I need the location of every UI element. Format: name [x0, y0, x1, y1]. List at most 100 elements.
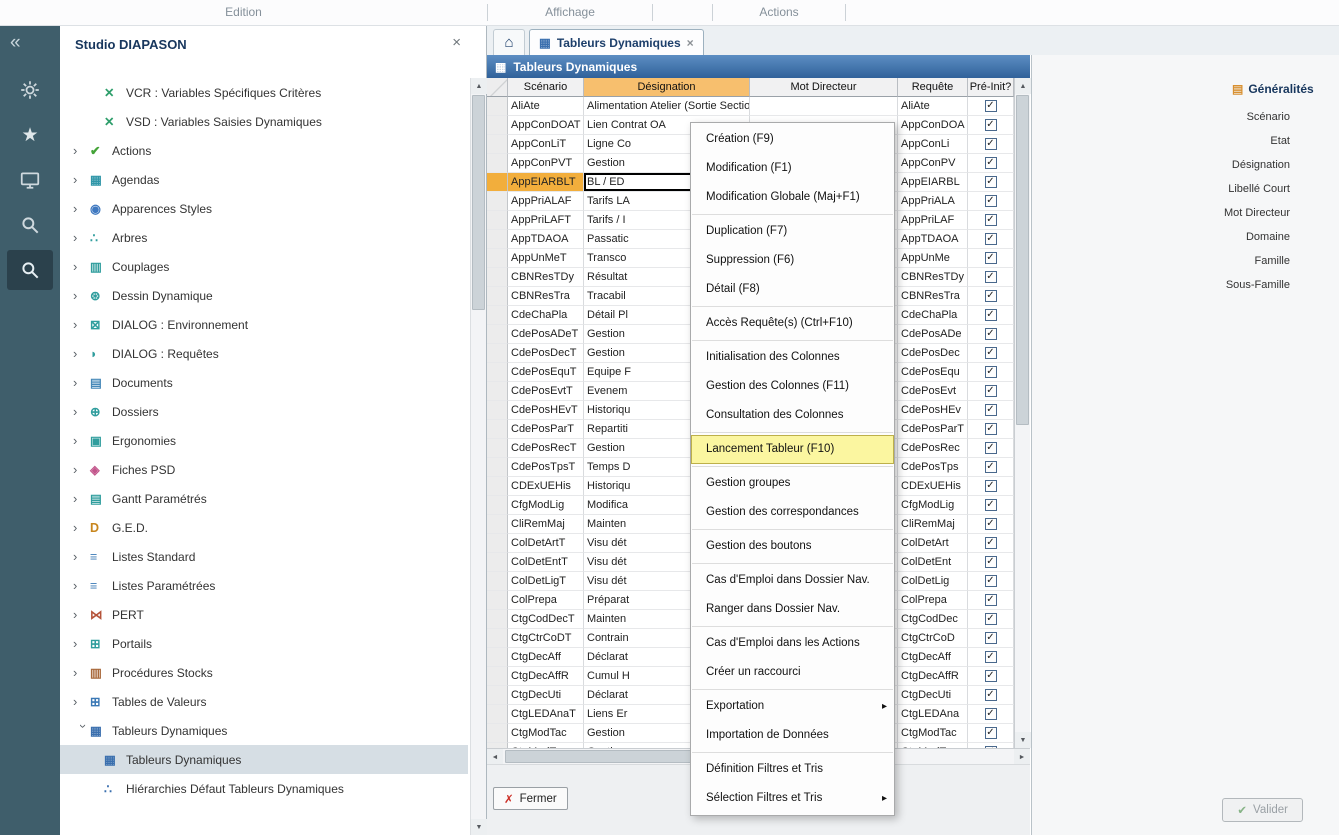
favorites-button[interactable]: ★: [0, 115, 60, 155]
row-selector-cell[interactable]: [487, 496, 508, 515]
tree-item[interactable]: ›≡Listes Paramétrées: [60, 571, 468, 600]
row-selector-cell[interactable]: [487, 420, 508, 439]
column-header-scenario[interactable]: Scénario: [508, 78, 584, 97]
menu-actions[interactable]: Actions: [713, 0, 845, 25]
scroll-up-button[interactable]: ▲: [471, 78, 487, 94]
row-selector-cell[interactable]: [487, 363, 508, 382]
checkbox-checked-icon[interactable]: ✓: [985, 651, 997, 663]
row-selector-cell[interactable]: [487, 382, 508, 401]
cell-scenario[interactable]: CdePosHEvT: [508, 401, 584, 420]
checkbox-checked-icon[interactable]: ✓: [985, 309, 997, 321]
cell-pre-init[interactable]: ✓: [968, 97, 1014, 116]
cell-scenario[interactable]: AppConPVT: [508, 154, 584, 173]
cell-requete[interactable]: AppUnMe: [898, 249, 968, 268]
row-selector-cell[interactable]: [487, 591, 508, 610]
row-selector-cell[interactable]: [487, 439, 508, 458]
tree-item[interactable]: ›▣Ergonomies: [60, 426, 468, 455]
checkbox-checked-icon[interactable]: ✓: [985, 233, 997, 245]
cell-pre-init[interactable]: ✓: [968, 439, 1014, 458]
column-header-requete[interactable]: Requête: [898, 78, 968, 97]
cell-scenario[interactable]: CdePosEvtT: [508, 382, 584, 401]
column-header-designation[interactable]: Désignation: [584, 78, 750, 97]
row-selector-cell[interactable]: [487, 553, 508, 572]
cell-requete[interactable]: ColDetLig: [898, 572, 968, 591]
checkbox-checked-icon[interactable]: ✓: [985, 404, 997, 416]
cell-pre-init[interactable]: ✓: [968, 572, 1014, 591]
tree-item[interactable]: ›⋈PERT: [60, 600, 468, 629]
cell-pre-init[interactable]: ✓: [968, 591, 1014, 610]
search-button[interactable]: [0, 205, 60, 245]
cell-scenario[interactable]: ColDetEntT: [508, 553, 584, 572]
row-selector-cell[interactable]: [487, 306, 508, 325]
cell-scenario[interactable]: AppPriALAF: [508, 192, 584, 211]
menu-item[interactable]: Initialisation des Colonnes: [691, 343, 894, 372]
menu-item[interactable]: Création (F9): [691, 125, 894, 154]
menu-item[interactable]: Modification Globale (Maj+F1): [691, 183, 894, 212]
checkbox-checked-icon[interactable]: ✓: [985, 157, 997, 169]
cell-pre-init[interactable]: ✓: [968, 154, 1014, 173]
cell-pre-init[interactable]: ✓: [968, 230, 1014, 249]
cell-scenario[interactable]: CdePosParT: [508, 420, 584, 439]
cell-requete[interactable]: CBNResTra: [898, 287, 968, 306]
cell-pre-init[interactable]: ✓: [968, 344, 1014, 363]
checkbox-checked-icon[interactable]: ✓: [985, 518, 997, 530]
cell-scenario[interactable]: AppEIARBLT: [508, 173, 584, 192]
cell-requete[interactable]: AliAte: [898, 97, 968, 116]
row-selector-cell[interactable]: [487, 192, 508, 211]
menu-item[interactable]: Cas d'Emploi dans Dossier Nav.: [691, 566, 894, 595]
row-selector-cell[interactable]: [487, 534, 508, 553]
row-selector-cell[interactable]: [487, 230, 508, 249]
checkbox-checked-icon[interactable]: ✓: [985, 252, 997, 264]
row-selector-cell[interactable]: [487, 401, 508, 420]
cell-scenario[interactable]: CdePosDecT: [508, 344, 584, 363]
cell-requete[interactable]: ColDetEnt: [898, 553, 968, 572]
row-selector-cell[interactable]: [487, 572, 508, 591]
cell-scenario[interactable]: CdePosEquT: [508, 363, 584, 382]
cell-pre-init[interactable]: ✓: [968, 553, 1014, 572]
panel-close-icon[interactable]: ×: [452, 34, 461, 51]
cell-requete[interactable]: CdePosParT: [898, 420, 968, 439]
cell-requete[interactable]: CtgLEDAna: [898, 705, 968, 724]
tree-item[interactable]: ›▥Couplages: [60, 252, 468, 281]
cell-requete[interactable]: ColPrepa: [898, 591, 968, 610]
cell-pre-init[interactable]: ✓: [968, 287, 1014, 306]
cell-requete[interactable]: CdeChaPla: [898, 306, 968, 325]
fermer-button[interactable]: ✗ Fermer: [493, 787, 568, 810]
menu-item[interactable]: Gestion des Colonnes (F11): [691, 372, 894, 401]
row-selector-cell[interactable]: [487, 610, 508, 629]
table-row[interactable]: AliAteAlimentation Atelier (Sortie Secti…: [487, 97, 1030, 116]
cell-pre-init[interactable]: ✓: [968, 249, 1014, 268]
column-header-mot-directeur[interactable]: Mot Directeur: [750, 78, 898, 97]
chevron-collapsed-icon[interactable]: ›: [73, 694, 90, 709]
checkbox-checked-icon[interactable]: ✓: [985, 708, 997, 720]
tree-item[interactable]: ▦Tableurs Dynamiques: [60, 745, 468, 774]
chevron-collapsed-icon[interactable]: ›: [73, 607, 90, 622]
cell-scenario[interactable]: CtgCodDecT: [508, 610, 584, 629]
chevron-collapsed-icon[interactable]: ›: [73, 143, 90, 158]
cell-requete[interactable]: CdePosADe: [898, 325, 968, 344]
cell-scenario[interactable]: CtgDecAff: [508, 648, 584, 667]
cell-requete[interactable]: CdePosTps: [898, 458, 968, 477]
checkbox-checked-icon[interactable]: ✓: [985, 480, 997, 492]
checkbox-checked-icon[interactable]: ✓: [985, 423, 997, 435]
tree-item[interactable]: ›⊛Dessin Dynamique: [60, 281, 468, 310]
checkbox-checked-icon[interactable]: ✓: [985, 366, 997, 378]
cell-scenario[interactable]: AppUnMeT: [508, 249, 584, 268]
cell-requete[interactable]: CtgDecAff: [898, 648, 968, 667]
checkbox-checked-icon[interactable]: ✓: [985, 138, 997, 150]
cell-pre-init[interactable]: ✓: [968, 648, 1014, 667]
row-selector-cell[interactable]: [487, 724, 508, 743]
tree-item[interactable]: ›◉Apparences Styles: [60, 194, 468, 223]
menu-item[interactable]: Lancement Tableur (F10): [691, 435, 894, 464]
cell-scenario[interactable]: CBNResTDy: [508, 268, 584, 287]
row-selector-cell[interactable]: [487, 629, 508, 648]
scroll-up-button[interactable]: ▲: [1015, 78, 1031, 94]
tree-item[interactable]: ›◗DIALOG : Requêtes: [60, 339, 468, 368]
tree-item[interactable]: ›✔Actions: [60, 136, 468, 165]
cell-scenario[interactable]: CtgModTac: [508, 724, 584, 743]
chevron-collapsed-icon[interactable]: ›: [73, 404, 90, 419]
row-selector-cell[interactable]: [487, 515, 508, 534]
checkbox-checked-icon[interactable]: ✓: [985, 385, 997, 397]
cell-pre-init[interactable]: ✓: [968, 401, 1014, 420]
tree-item[interactable]: ›≡Listes Standard: [60, 542, 468, 571]
